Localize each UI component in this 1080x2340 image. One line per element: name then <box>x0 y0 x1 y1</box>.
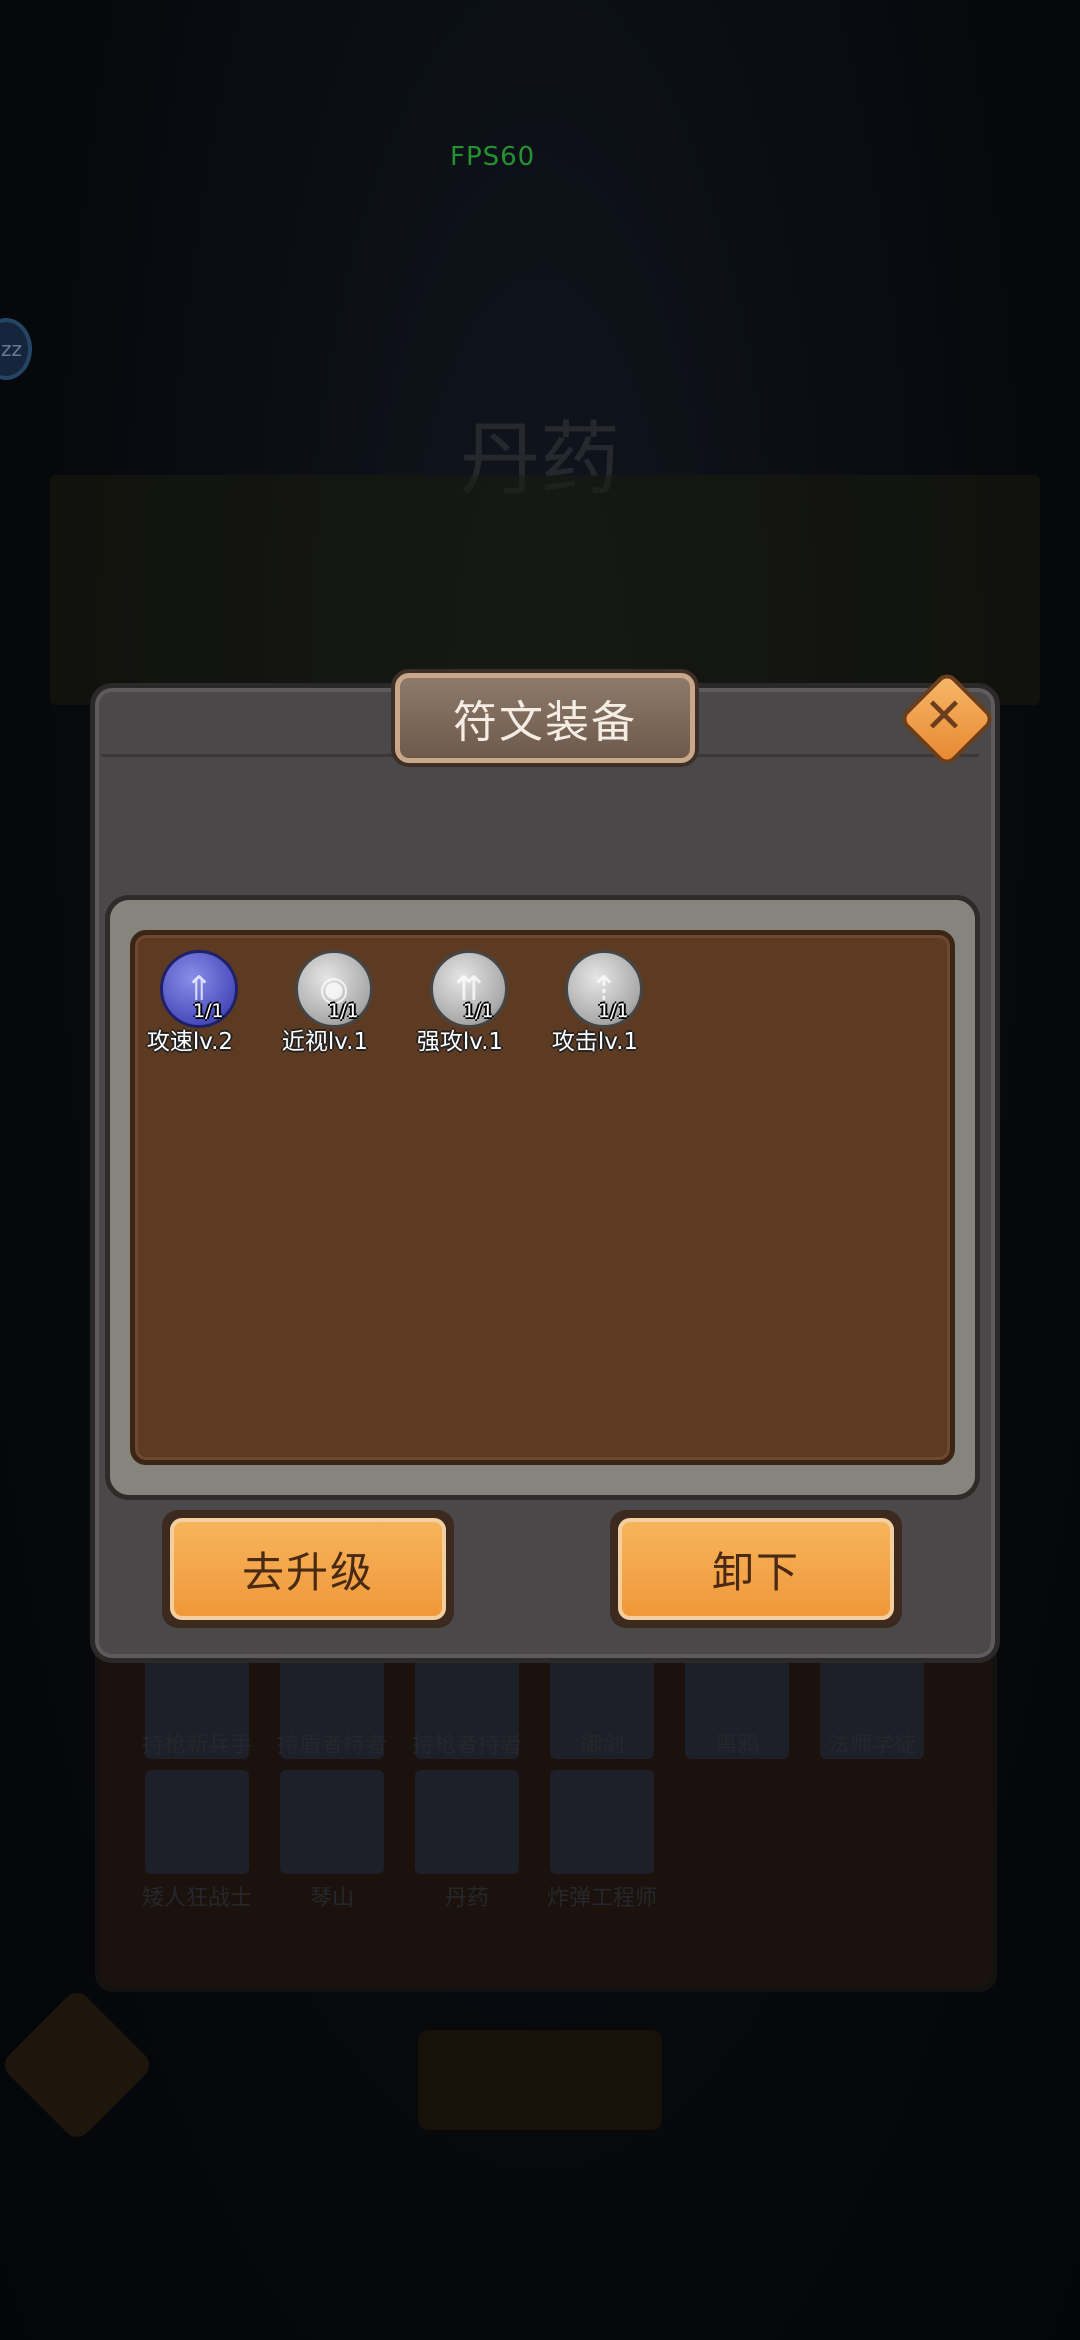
rune-count: 1/1 <box>463 1000 494 1022</box>
rune-item-myopia[interactable]: ◉ 1/1 近视lv.1 <box>270 950 380 1060</box>
rune-label: 近视lv.1 <box>281 1029 369 1055</box>
rune-count: 1/1 <box>328 1000 359 1022</box>
dialog-title: 符文装备 <box>453 697 637 748</box>
unequip-button-label: 卸下 <box>711 1547 800 1597</box>
rune-label: 攻速lv.2 <box>146 1029 234 1055</box>
unequip-button-face: 卸下 <box>618 1518 894 1620</box>
close-icon: ✕ <box>923 688 965 744</box>
close-button[interactable]: ✕ <box>897 669 997 769</box>
upgrade-button-label: 去升级 <box>241 1547 374 1597</box>
rune-item-attack-speed[interactable]: ⇑ 1/1 攻速lv.2 <box>135 950 245 1060</box>
rune-label: 攻击lv.1 <box>551 1029 639 1055</box>
rune-item-attack[interactable]: ⇡ 1/1 攻击lv.1 <box>540 950 650 1060</box>
rune-item-power-attack[interactable]: ⇈ 1/1 强攻lv.1 <box>405 950 515 1060</box>
rune-count: 1/1 <box>193 1000 224 1022</box>
upgrade-button[interactable]: 去升级 <box>162 1510 454 1628</box>
rune-count: 1/1 <box>598 1000 629 1022</box>
dialog-title-plate: 符文装备 <box>395 673 695 763</box>
unequip-button[interactable]: 卸下 <box>610 1510 902 1628</box>
rune-label: 强攻lv.1 <box>416 1029 504 1055</box>
upgrade-button-face: 去升级 <box>170 1518 446 1620</box>
